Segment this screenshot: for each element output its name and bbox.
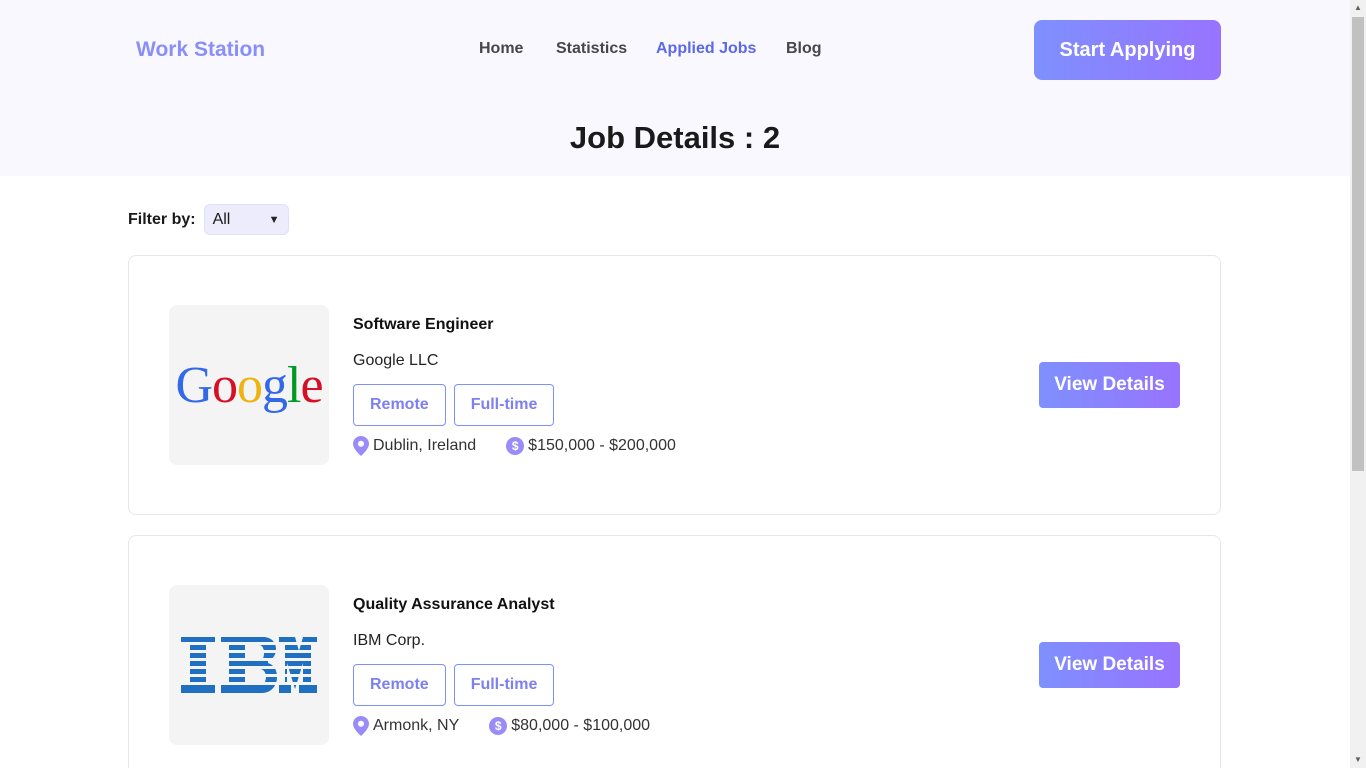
dollar-circle-icon: $ (506, 437, 525, 455)
view-details-button[interactable]: View Details (1039, 362, 1180, 408)
job-tags: Remote Full-time (353, 664, 555, 706)
hero-banner: Work Station Home Statistics Applied Job… (0, 0, 1350, 176)
company-logo-google: Google (169, 305, 329, 465)
job-salary: $ $80,000 - $100,000 (489, 717, 650, 735)
tag-full-time[interactable]: Full-time (453, 384, 555, 426)
job-card: Google Software Engineer Google LLC Remo… (128, 255, 1221, 515)
company-logo-ibm (169, 585, 329, 745)
job-location: Dublin, Ireland (353, 436, 476, 456)
job-meta: Dublin, Ireland $ $150,000 - $200,000 (353, 436, 706, 456)
page-scrollbar[interactable]: ▲ ▼ (1350, 0, 1366, 768)
view-details-button[interactable]: View Details (1039, 642, 1180, 688)
filter-label: Filter by: (128, 210, 196, 228)
filter-bar: Filter by: All ▼ (128, 204, 289, 235)
tag-remote[interactable]: Remote (353, 384, 446, 426)
job-location: Armonk, NY (353, 716, 459, 736)
job-salary: $ $150,000 - $200,000 (506, 437, 676, 455)
nav-blog[interactable]: Blog (786, 40, 822, 58)
dollar-circle-icon: $ (489, 717, 508, 735)
nav-home[interactable]: Home (479, 40, 523, 58)
location-text: Dublin, Ireland (373, 437, 477, 454)
location-text: Armonk, NY (373, 717, 460, 734)
nav-statistics[interactable]: Statistics (556, 40, 627, 58)
nav-applied-jobs[interactable]: Applied Jobs (656, 40, 756, 58)
job-card: Quality Assurance Analyst IBM Corp. Remo… (128, 535, 1221, 768)
start-applying-button[interactable]: Start Applying (1034, 20, 1221, 80)
chevron-down-icon: ▼ (268, 213, 280, 226)
job-title: Quality Assurance Analyst (353, 596, 555, 613)
ibm-logo-icon (181, 637, 317, 693)
scroll-up-icon[interactable]: ▲ (1350, 0, 1366, 16)
page-title: Job Details : 2 (569, 120, 781, 155)
google-logo-icon: Google (175, 356, 323, 414)
map-pin-icon (353, 436, 369, 456)
filter-select[interactable]: All ▼ (203, 204, 289, 235)
job-title: Software Engineer (353, 316, 494, 333)
company-name: IBM Corp. (353, 632, 426, 649)
map-pin-icon (353, 716, 369, 736)
tag-remote[interactable]: Remote (353, 664, 446, 706)
tag-full-time[interactable]: Full-time (453, 664, 555, 706)
scroll-thumb[interactable] (1352, 17, 1364, 471)
scroll-down-icon[interactable]: ▼ (1350, 752, 1366, 768)
company-name: Google LLC (353, 352, 439, 369)
job-tags: Remote Full-time (353, 384, 555, 426)
salary-text: $80,000 - $100,000 (511, 717, 651, 734)
filter-selected-value: All (212, 210, 231, 228)
job-meta: Armonk, NY $ $80,000 - $100,000 (353, 716, 680, 736)
salary-text: $150,000 - $200,000 (528, 437, 676, 454)
